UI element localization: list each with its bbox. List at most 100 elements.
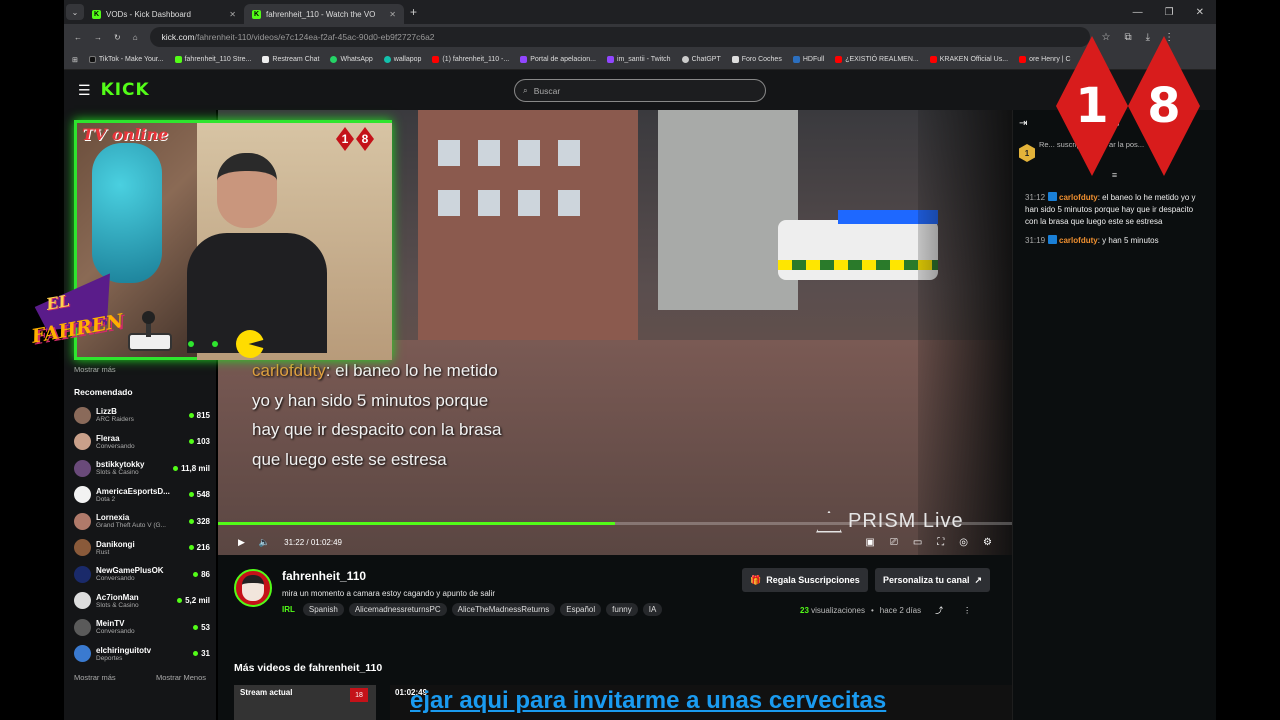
tag-chip[interactable]: IA xyxy=(642,603,663,616)
tab-fahrenheit-vod[interactable]: K fahrenheit_110 - Watch the VO ✕ xyxy=(244,4,404,24)
window-shape xyxy=(478,140,500,166)
sidebar-channel-item[interactable]: Ac7ionMan Slots & Casino 5,2 mil xyxy=(74,588,210,615)
theater-icon[interactable]: ▭ xyxy=(913,537,922,548)
tab-search-button[interactable]: ⌄ xyxy=(66,4,84,20)
show-less-link[interactable]: Mostrar Menos xyxy=(156,673,206,682)
speed-icon[interactable]: ◎ xyxy=(959,537,968,548)
viewer-count: 216 xyxy=(188,543,210,552)
close-tab-icon[interactable]: ✕ xyxy=(389,10,396,19)
sidebar-channel-item[interactable]: Danikongi Rust 216 xyxy=(74,535,210,562)
settings-gear-icon[interactable]: ⚙ xyxy=(983,537,992,548)
show-more-link[interactable]: Mostrar más xyxy=(74,673,116,682)
viewer-count: 53 xyxy=(193,623,210,632)
url-path: /fahrenheit-110/videos/e7c124ea-f2af-45a… xyxy=(194,32,435,42)
bookmark-item[interactable]: (1) fahrenheit_110 -... xyxy=(432,56,509,63)
clip-icon[interactable]: ⎚ xyxy=(890,537,898,548)
address-field[interactable]: kick.com/fahrenheit-110/videos/e7c124ea-… xyxy=(149,27,1090,47)
rating-digit: 1 xyxy=(1056,36,1128,176)
window-controls: — ❐ ✕ xyxy=(1133,7,1216,18)
close-tab-icon[interactable]: ✕ xyxy=(229,10,236,19)
back-icon[interactable]: ← xyxy=(74,33,82,42)
bookmark-item[interactable]: HDFull xyxy=(792,56,824,63)
maximize-icon[interactable]: ❐ xyxy=(1165,7,1174,18)
channel-name: AmericaEsportsD... xyxy=(96,486,170,496)
rating-digit: 8 xyxy=(1128,36,1200,176)
pip-icon[interactable]: ▣ xyxy=(865,537,874,548)
sidebar-channel-item[interactable]: bstikkytokky Slots & Casino 11,8 mil xyxy=(74,455,210,482)
close-window-icon[interactable]: ✕ xyxy=(1196,7,1204,18)
sidebar-channel-item[interactable]: Fleraa Conversando 103 xyxy=(74,429,210,456)
channel-avatar[interactable] xyxy=(234,569,272,607)
bookmark-item[interactable]: wallapop xyxy=(383,56,421,63)
category-link[interactable]: IRL xyxy=(282,605,295,614)
channel-info: Danikongi Rust xyxy=(96,540,184,556)
chat-username[interactable]: carlofduty xyxy=(1059,236,1098,245)
bookmark-item[interactable]: WhatsApp xyxy=(330,56,373,63)
tab-title: VODs - Kick Dashboard xyxy=(106,9,191,19)
gift-subs-button[interactable]: 🎁 Regala Suscripciones xyxy=(742,568,868,592)
sidebar-channel-item[interactable]: AmericaEsportsD... Dota 2 548 xyxy=(74,482,210,509)
bookmark-item[interactable]: im_santii - Twitch xyxy=(607,56,671,63)
window-shape xyxy=(438,140,460,166)
bookmark-item[interactable]: ChatGPT xyxy=(681,56,721,63)
search-input[interactable]: ⌕ Buscar xyxy=(514,79,766,102)
bookmark-item[interactable]: Foro Coches xyxy=(731,56,782,63)
forward-icon[interactable]: → xyxy=(94,33,102,42)
viewer-count: 548 xyxy=(188,490,210,499)
avatar xyxy=(74,645,91,663)
chat-username[interactable]: carlofduty xyxy=(1059,193,1098,202)
views-label: visualizaciones xyxy=(811,606,865,615)
live-dot-icon xyxy=(188,545,194,551)
fullscreen-icon[interactable]: ⛶ xyxy=(937,537,944,548)
channel-name: NewGamePlusOK xyxy=(96,566,164,576)
reload-icon[interactable]: ↻ xyxy=(114,33,121,42)
new-tab-button[interactable]: + xyxy=(410,5,417,19)
bookmark-item[interactable]: fahrenheit_110 Stre... xyxy=(174,56,251,63)
avatar xyxy=(74,512,91,530)
minimize-icon[interactable]: — xyxy=(1133,7,1143,18)
search-placeholder: Buscar xyxy=(533,85,561,96)
live-dot-icon xyxy=(173,465,179,471)
tag-chip[interactable]: funny xyxy=(606,603,638,616)
sidebar-channel-item[interactable]: LizzB ARC Raiders 815 xyxy=(74,402,210,429)
sidebar-channel-item[interactable]: NewGamePlusOK Conversando 86 xyxy=(74,561,210,588)
sidebar-channel-item[interactable]: elchiringuitotv Deportes 31 xyxy=(74,641,210,668)
play-icon[interactable]: ▶ xyxy=(238,537,245,548)
home-icon[interactable]: ⌂ xyxy=(133,33,138,42)
collapse-chat-icon[interactable]: ⇥ xyxy=(1019,118,1027,129)
volume-icon[interactable]: 🔈 xyxy=(259,537,270,548)
bookmark-item[interactable]: KRAKEN Official Us... xyxy=(929,56,1008,63)
avatar xyxy=(74,406,91,424)
bookmark-item[interactable]: ¿EXISTIÓ REALMEN... xyxy=(835,56,919,63)
sidebar-channel-item[interactable]: MeinTV Conversando 53 xyxy=(74,614,210,641)
channel-category: Grand Theft Auto V (G... xyxy=(96,522,166,530)
channel-info: AmericaEsportsD... Dota 2 xyxy=(96,487,184,503)
video-thumbnail[interactable]: 01:02:49 ejar aqui para invitarme a unas… xyxy=(390,685,1012,720)
streamer xyxy=(187,153,327,358)
bookmark-item[interactable]: Portal de apelacion... xyxy=(520,56,596,63)
more-options-icon[interactable]: ⋮ xyxy=(963,606,971,615)
tab-vods-dashboard[interactable]: K VODs - Kick Dashboard ✕ xyxy=(84,4,244,24)
apps-icon[interactable]: ⊞ xyxy=(72,56,78,64)
channel-name[interactable]: fahrenheit_110 xyxy=(282,569,366,583)
window-shape xyxy=(438,190,460,216)
bookmark-item[interactable]: Restream Chat xyxy=(262,56,319,63)
window-shape xyxy=(518,190,540,216)
video-progress-bar[interactable] xyxy=(218,522,1012,525)
recommended-title: Recomendado xyxy=(74,387,133,397)
hamburger-menu-icon[interactable]: ☰ xyxy=(78,82,91,99)
tag-chip[interactable]: Spanish xyxy=(302,603,344,616)
kick-logo[interactable]: KICK xyxy=(101,80,150,100)
customize-channel-button[interactable]: Personaliza tu canal ↗ xyxy=(875,568,991,592)
share-icon[interactable]: ⤴ xyxy=(935,605,943,616)
bookmark-item[interactable]: TikTok - Make Your... xyxy=(88,56,164,63)
video-thumbnail[interactable]: Stream actual 18 xyxy=(234,685,376,720)
live-dot-icon xyxy=(177,598,183,604)
sidebar-channel-item[interactable]: Lornexia Grand Theft Auto V (G... 328 xyxy=(74,508,210,535)
avatar xyxy=(74,618,91,636)
video-controls: ▶ 🔈 31:22 / 01:02:49 ▣ ⎚ ▭ ⛶ ◎ ⚙ xyxy=(218,530,1012,555)
tag-chip[interactable]: Español xyxy=(560,603,602,616)
tag-chip[interactable]: AliceTheMadnessReturns xyxy=(451,603,556,616)
viewer-count: 5,2 mil xyxy=(177,596,210,605)
tag-chip[interactable]: AlicemadnessreturnsPC xyxy=(348,603,447,616)
